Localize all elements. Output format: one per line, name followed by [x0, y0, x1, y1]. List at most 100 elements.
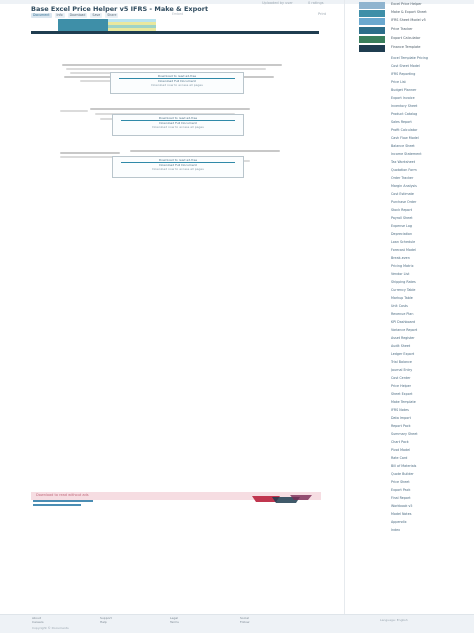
related-link[interactable]: Loan Schedule [391, 240, 459, 248]
footer-col-support: Support Help [100, 616, 112, 625]
banner-link[interactable] [33, 500, 93, 502]
related-link[interactable]: Cost Center [391, 376, 459, 384]
related-item[interactable]: Export Calculator [357, 36, 467, 44]
tab-info[interactable]: Info [54, 13, 65, 18]
related-link[interactable]: Expense Log [391, 224, 459, 232]
footer-col-social: Social Follow [240, 616, 249, 625]
footer-copyright: Copyright © Documents [32, 626, 69, 630]
related-link[interactable]: Audit Sheet [391, 344, 459, 352]
related-link[interactable]: Export Pack [391, 488, 459, 496]
related-link[interactable]: Unit Costs [391, 304, 459, 312]
related-link[interactable]: Data Import [391, 416, 459, 424]
related-link[interactable]: Income Statement [391, 152, 459, 160]
related-item[interactable]: IFRS Sheet Model v5 [357, 18, 467, 26]
related-link[interactable]: Break-even [391, 256, 459, 264]
related-link[interactable]: Pivot Model [391, 448, 459, 456]
related-link[interactable]: Payroll Sheet [391, 216, 459, 224]
related-link[interactable]: Asset Register [391, 336, 459, 344]
related-item[interactable]: Make & Export Sheet [357, 10, 467, 18]
footer-col-legal: Legal Terms [170, 616, 179, 625]
footer-link[interactable]: Help [100, 620, 112, 625]
related-link[interactable]: Bill of Materials [391, 464, 459, 472]
related-link[interactable]: Price Helper [391, 384, 459, 392]
related-link[interactable]: Appendix [391, 520, 459, 528]
related-link[interactable]: Inventory Sheet [391, 104, 459, 112]
related-link[interactable]: Report Pack [391, 424, 459, 432]
related-link[interactable]: Make Template [391, 400, 459, 408]
tab-share[interactable]: Share [105, 13, 119, 18]
related-link[interactable]: Quotation Form [391, 168, 459, 176]
doc-tabs: Document Info Download Save Share [31, 13, 119, 18]
related-link[interactable]: Profit Calculator [391, 128, 459, 136]
related-link[interactable]: Trial Balance [391, 360, 459, 368]
print-button[interactable]: Print [318, 12, 326, 16]
related-link[interactable]: Vendor List [391, 272, 459, 280]
document-page [31, 34, 321, 492]
related-link[interactable]: IFRS Notes [391, 408, 459, 416]
footer-link[interactable]: Terms [170, 620, 179, 625]
related-link[interactable]: Currency Table [391, 288, 459, 296]
related-link[interactable]: Depreciation [391, 232, 459, 240]
embed-link[interactable]: Embed [172, 12, 183, 16]
related-link[interactable]: Ledger Export [391, 352, 459, 360]
related-link[interactable]: Journal Entry [391, 368, 459, 376]
related-link[interactable]: Variance Report [391, 328, 459, 336]
related-link[interactable]: Chart Pack [391, 440, 459, 448]
related-link[interactable]: Markup Table [391, 296, 459, 304]
related-link[interactable]: Product Catalog [391, 112, 459, 120]
related-link[interactable]: Price Sheet [391, 480, 459, 488]
related-item[interactable]: Price Tracker [357, 27, 467, 35]
download-cta[interactable]: Download to read ad-free Download Full D… [112, 156, 244, 178]
related-link[interactable]: Budget Planner [391, 88, 459, 96]
related-link[interactable]: Pricing Matrix [391, 264, 459, 272]
related-link[interactable]: Cash Flow Model [391, 136, 459, 144]
related-link[interactable]: Purchase Order [391, 200, 459, 208]
related-link[interactable]: Quote Builder [391, 472, 459, 480]
tab-save[interactable]: Save [90, 13, 103, 18]
related-link[interactable]: Model Notes [391, 512, 459, 520]
related-link[interactable]: Sheet Export [391, 392, 459, 400]
related-link[interactable]: Price List [391, 80, 459, 88]
related-link[interactable]: Workbook v5 [391, 504, 459, 512]
related-link[interactable]: Balance Sheet [391, 144, 459, 152]
rating-meta: 0 ratings [308, 1, 324, 5]
related-link[interactable]: Forecast Model [391, 248, 459, 256]
footer-link[interactable]: Careers [32, 620, 44, 625]
download-cta[interactable]: Download to read ad-free Download Full D… [110, 72, 244, 94]
cta-line3: Download now to access all pages [152, 167, 204, 171]
related-item[interactable]: Excel Price Helper [357, 2, 467, 10]
tab-download[interactable]: Download [67, 13, 88, 18]
download-cta[interactable]: Download to read ad-free Download Full D… [112, 114, 244, 136]
footer [0, 614, 474, 633]
related-link[interactable]: Shipping Rates [391, 280, 459, 288]
related-link[interactable]: IFRS Reporting [391, 72, 459, 80]
related-link[interactable]: Tax Worksheet [391, 160, 459, 168]
related-link[interactable]: Cost Estimate [391, 192, 459, 200]
related-link[interactable]: Stock Report [391, 208, 459, 216]
footer-col-about: About Careers [32, 616, 44, 625]
banner-text[interactable]: Download to read without ads [36, 493, 89, 497]
related-link[interactable]: Summary Sheet [391, 432, 459, 440]
related-link[interactable]: Excel Template Pricing [391, 56, 459, 64]
footer-link[interactable]: Follow [240, 620, 249, 625]
related-link[interactable]: Order Tracker [391, 176, 459, 184]
related-link[interactable]: KPI Dashboard [391, 320, 459, 328]
related-link[interactable]: Rate Card [391, 456, 459, 464]
related-link[interactable]: Export Invoice [391, 96, 459, 104]
column-divider [344, 0, 345, 614]
tab-document[interactable]: Document [31, 13, 52, 18]
related-item[interactable]: Finance Template [357, 45, 467, 53]
related-link[interactable]: Index [391, 528, 459, 536]
language-selector[interactable]: Language: English [380, 618, 408, 622]
banner-link-2[interactable] [33, 504, 81, 506]
related-link[interactable]: Margin Analysis [391, 184, 459, 192]
related-link[interactable]: Cost Sheet Model [391, 64, 459, 72]
uploader-meta: Uploaded by user [262, 1, 293, 5]
related-link[interactable]: Revenue Plan [391, 312, 459, 320]
related-links: Excel Template Pricing Cost Sheet Model IF… [391, 56, 459, 536]
related-link[interactable]: Final Report [391, 496, 459, 504]
related-link[interactable]: Sales Report [391, 120, 459, 128]
banner-graphic-icon [252, 495, 312, 503]
cta-line3: Download now to access all pages [152, 125, 204, 129]
info-table [58, 19, 156, 31]
